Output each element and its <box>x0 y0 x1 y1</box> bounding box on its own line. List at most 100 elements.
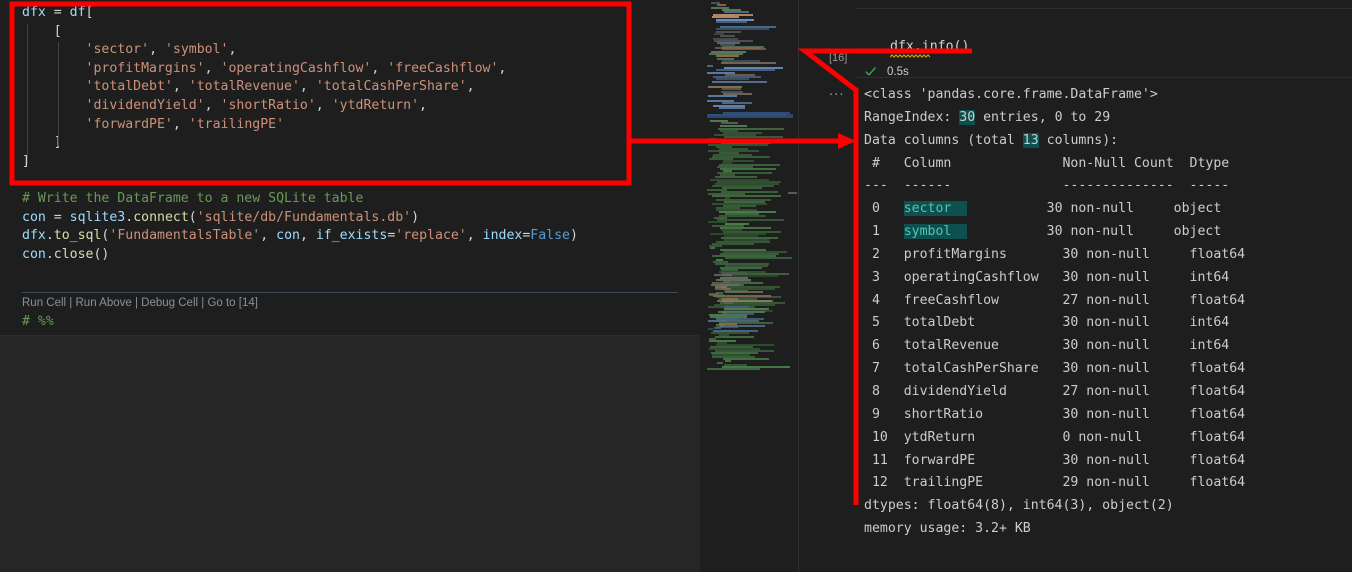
minimap-selection <box>707 114 793 118</box>
codelens-separator: | <box>66 297 76 309</box>
code-line[interactable]: ] <box>22 154 30 169</box>
output-text-span: 12 trailingPE 29 non-null float64 <box>864 475 1246 491</box>
output-text-span: 7 totalCashPerShare 30 non-null float64 <box>864 361 1246 377</box>
code-line[interactable]: dfx.to_sql('FundamentalsTable', con, if_… <box>22 228 578 243</box>
minimap-line <box>718 106 746 109</box>
code-token: = <box>53 209 70 225</box>
output-cell-source[interactable]: dfx.info() <box>890 39 969 54</box>
editor-scrollbar[interactable] <box>798 0 799 572</box>
code-token: # Write the DataFrame to a new SQLite ta… <box>22 191 364 206</box>
output-line: 3 operatingCashflow 30 non-null int64 <box>864 267 1352 290</box>
codelens-debug-cell[interactable]: Debug Cell <box>141 297 198 309</box>
code-line[interactable]: # Write the DataFrame to a new SQLite ta… <box>22 191 363 206</box>
minimap-line <box>716 362 723 365</box>
code-token: 'symbol' <box>164 42 229 58</box>
code-token: 'sqlite/db/Fundamentals.db' <box>196 209 412 225</box>
minimap-line <box>707 64 714 67</box>
code-token: , <box>299 228 316 244</box>
code-area[interactable]: dfx = df[ [ 'sector', 'symbol', 'profitM… <box>0 0 700 290</box>
code-token: , <box>371 60 388 76</box>
minimap-line <box>720 324 765 327</box>
code-token: close <box>53 246 94 262</box>
codelens-go-to-14[interactable]: Go to [14] <box>207 297 258 309</box>
code-token: , <box>172 116 189 132</box>
minimap-line <box>707 327 714 330</box>
code-token: , <box>149 42 165 58</box>
code-line[interactable]: 'forwardPE', 'trailingPE' <box>22 116 285 132</box>
minimap-line <box>721 62 777 65</box>
output-line: 0 sector 30 non-null object <box>864 198 1352 221</box>
code-token: , <box>466 228 483 244</box>
cell-divider <box>22 292 678 293</box>
output-line: memory usage: 3.2+ KB <box>864 518 1352 541</box>
execution-status-row: 0.5s <box>864 65 909 78</box>
output-text-span: 10 ytdReturn 0 non-null float64 <box>864 429 1246 445</box>
check-icon <box>865 67 876 76</box>
minimap[interactable] <box>705 0 797 371</box>
code-line[interactable]: con.close() <box>22 247 109 262</box>
minimap-line <box>721 186 762 189</box>
code-line[interactable]: 'profitMargins', 'operatingCashflow', 'f… <box>22 60 507 76</box>
code-token: = <box>53 5 70 20</box>
code-token: 'trailingPE' <box>188 116 285 132</box>
code-line[interactable]: 'dividendYield', 'shortRatio', 'ytdRetur… <box>22 98 427 113</box>
output-text-span: 8 dividendYield 27 non-null float64 <box>864 383 1246 399</box>
code-line[interactable]: dfx = df[ <box>22 5 94 20</box>
code-token: , <box>498 60 507 76</box>
code-line[interactable] <box>22 172 30 187</box>
minimap-line <box>711 194 782 197</box>
output-text-span: 1 <box>864 224 904 240</box>
code-token: , <box>172 79 189 95</box>
output-text-span: 6 totalRevenue 30 non-null int64 <box>864 338 1246 354</box>
output-text-span: 2 profitMargins 30 non-null float64 <box>864 246 1246 262</box>
code-token: index <box>482 228 523 244</box>
code-token: 'totalRevenue' <box>188 79 300 95</box>
output-text-span: 11 forwardPE 30 non-null float64 <box>864 452 1246 468</box>
minimap-line <box>715 278 752 281</box>
notebook-code-cell[interactable]: dfx = df[ [ 'sector', 'symbol', 'profitM… <box>0 0 700 336</box>
output-text-span: <class 'pandas.core.frame.DataFrame'> <box>864 87 1158 102</box>
indent-guide <box>27 24 28 164</box>
output-cell-header[interactable]: dfx.info() 0.5s <box>856 8 1352 78</box>
collapsed-output-dots[interactable]: ... <box>829 82 845 99</box>
code-token: 'FundamentalsTable' <box>109 228 261 244</box>
output-line: 10 ytdReturn 0 non-null float64 <box>864 427 1352 450</box>
code-token: 'forwardPE' <box>85 116 173 132</box>
code-line[interactable]: 'totalDebt', 'totalRevenue', 'totalCashP… <box>22 79 475 94</box>
code-token: dfx <box>22 5 54 20</box>
minimap-pane[interactable] <box>700 0 800 572</box>
codelens-run-cell[interactable]: Run Cell <box>22 297 66 309</box>
vscode-notebook-window: dfx = df[ [ 'sector', 'symbol', 'profitM… <box>0 0 1352 572</box>
code-token: con <box>276 228 300 244</box>
code-token: if_exists <box>315 228 388 244</box>
output-line: RangeIndex: 30 entries, 0 to 29 <box>864 107 1352 130</box>
minimap-line <box>724 360 732 363</box>
output-line: 4 freeCashflow 27 non-null float64 <box>864 290 1352 313</box>
output-line: 9 shortRatio 30 non-null float64 <box>864 404 1352 427</box>
output-line: 12 trailingPE 29 non-null float64 <box>864 472 1352 495</box>
code-token: . <box>45 246 54 262</box>
code-token: , <box>260 228 277 244</box>
code-token: con <box>22 246 46 262</box>
code-line[interactable]: 'sector', 'symbol', <box>22 42 237 58</box>
output-line: --- ------ -------------- ----- <box>864 175 1352 198</box>
code-token: 'dividendYield' <box>85 98 205 113</box>
code-token: [ <box>85 5 94 20</box>
minimap-line <box>711 332 750 335</box>
minimap-slider[interactable] <box>788 192 797 194</box>
output-text-span: Data columns (total <box>864 132 1023 148</box>
next-cell-marker: # %% <box>22 314 54 329</box>
output-text-span: 5 totalDebt 30 non-null int64 <box>864 315 1246 331</box>
code-token: . <box>45 228 54 244</box>
codelens-actions[interactable]: Run Cell | Run Above | Debug Cell | Go t… <box>22 296 258 310</box>
minimap-line <box>723 312 754 315</box>
code-token: , <box>466 79 475 95</box>
code-line[interactable]: con = sqlite3.connect('sqlite/db/Fundame… <box>22 210 419 225</box>
code-token: 'ytdReturn' <box>331 98 420 113</box>
codelens-run-above[interactable]: Run Above <box>76 297 132 309</box>
code-token: ) <box>569 228 578 244</box>
code-token: 'totalDebt' <box>85 79 173 95</box>
code-token: 'totalCashPerShare' <box>315 79 467 95</box>
